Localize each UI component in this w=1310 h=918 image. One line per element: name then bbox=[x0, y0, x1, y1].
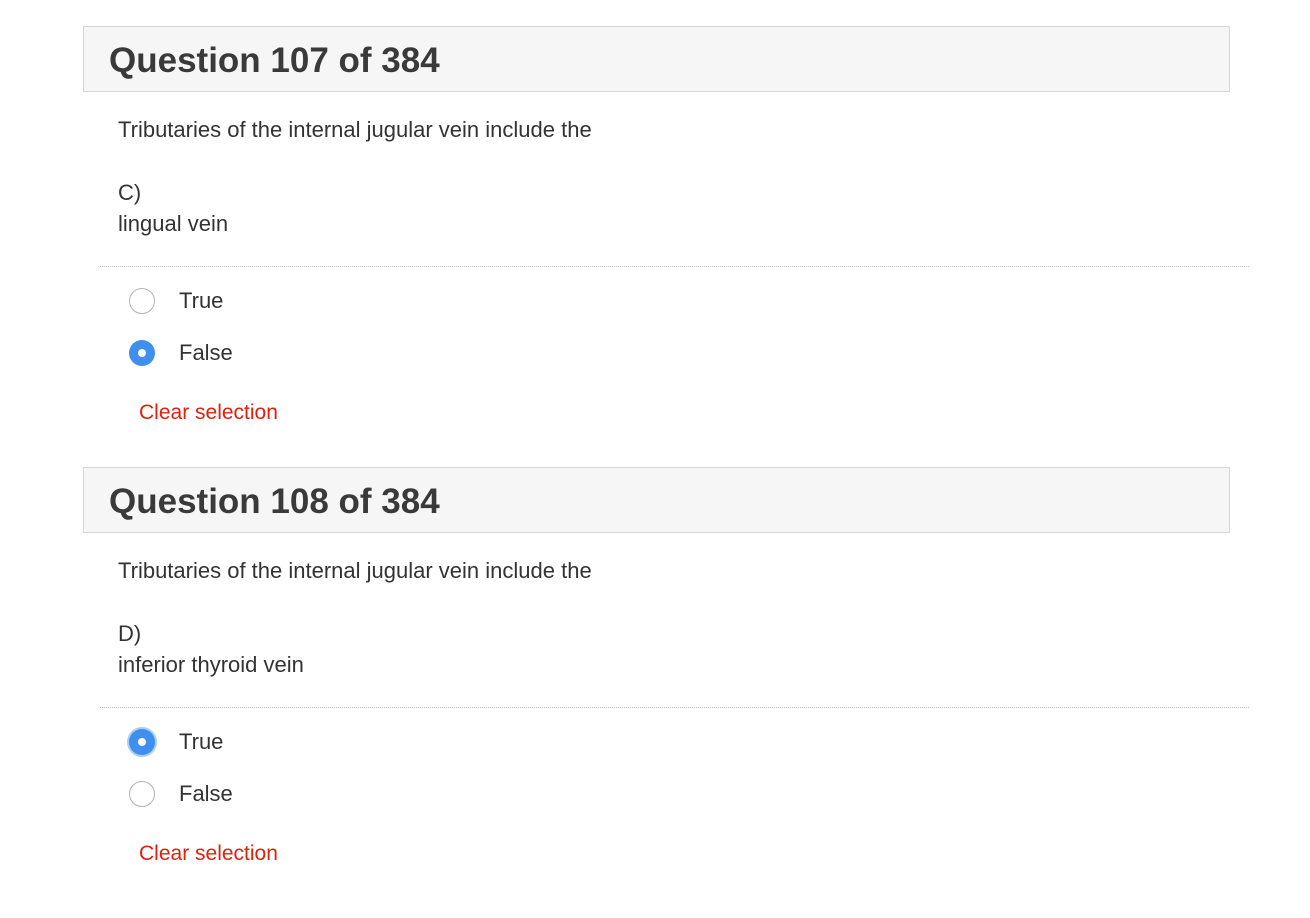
question-title: Question 108 of 384 bbox=[109, 482, 440, 521]
choice-label-false[interactable]: False bbox=[179, 339, 233, 367]
option-text: lingual vein bbox=[118, 211, 229, 236]
question-header: Question 108 of 384 bbox=[83, 467, 1230, 533]
dotted-divider bbox=[100, 707, 1249, 708]
question-stem: Tributaries of the internal jugular vein… bbox=[118, 558, 592, 583]
radio-button-false[interactable] bbox=[129, 340, 155, 366]
dotted-divider bbox=[100, 266, 1249, 267]
clear-selection-link[interactable]: Clear selection bbox=[139, 399, 278, 427]
choice-label-true[interactable]: True bbox=[179, 287, 223, 315]
question-title: Question 107 of 384 bbox=[109, 41, 440, 80]
choice-label-true[interactable]: True bbox=[179, 728, 223, 756]
question-header: Question 107 of 384 bbox=[83, 26, 1230, 92]
radio-button-true[interactable] bbox=[129, 288, 155, 314]
radio-button-true[interactable] bbox=[129, 729, 155, 755]
radio-button-false[interactable] bbox=[129, 781, 155, 807]
question-stem: Tributaries of the internal jugular vein… bbox=[118, 117, 592, 142]
option-letter: C) bbox=[118, 180, 142, 205]
option-text: inferior thyroid vein bbox=[118, 652, 304, 677]
clear-selection-link[interactable]: Clear selection bbox=[139, 840, 278, 868]
choice-label-false[interactable]: False bbox=[179, 780, 233, 808]
option-letter: D) bbox=[118, 621, 142, 646]
